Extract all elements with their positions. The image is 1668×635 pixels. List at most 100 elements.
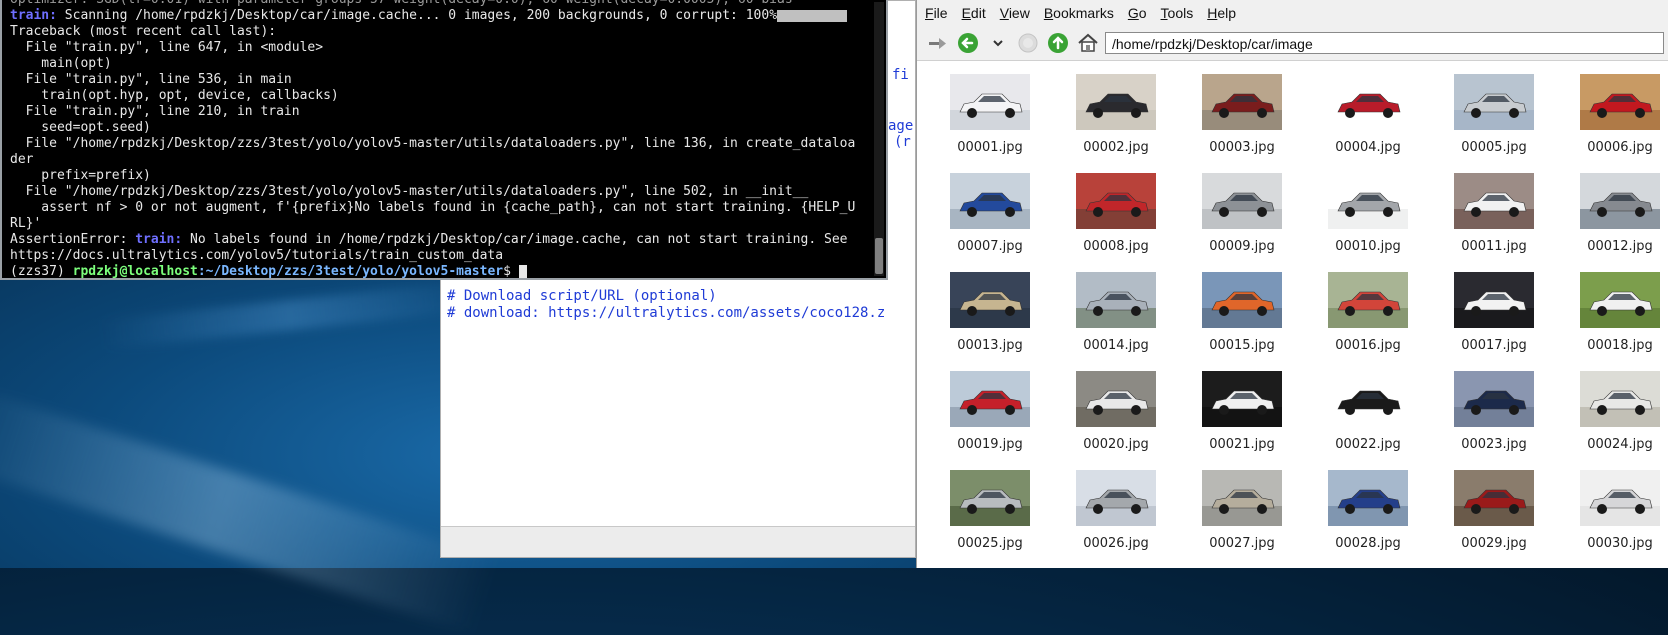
- file-item[interactable]: 00019.jpg: [927, 371, 1053, 470]
- file-name[interactable]: 00008.jpg: [1083, 239, 1149, 254]
- file-item[interactable]: 00012.jpg: [1557, 173, 1668, 272]
- file-thumbnail[interactable]: [1454, 272, 1534, 328]
- file-name[interactable]: 00002.jpg: [1083, 140, 1149, 155]
- terminal-scrollbar-thumb[interactable]: [875, 238, 883, 274]
- file-thumbnail[interactable]: [950, 470, 1030, 526]
- file-thumbnail[interactable]: [1076, 470, 1156, 526]
- file-item[interactable]: 00027.jpg: [1179, 470, 1305, 569]
- editor-comment-line[interactable]: # Download script/URL (optional): [447, 288, 717, 304]
- file-name[interactable]: 00007.jpg: [957, 239, 1023, 254]
- file-name[interactable]: 00018.jpg: [1587, 338, 1653, 353]
- file-name[interactable]: 00015.jpg: [1209, 338, 1275, 353]
- file-item[interactable]: 00026.jpg: [1053, 470, 1179, 569]
- file-item[interactable]: 00007.jpg: [927, 173, 1053, 272]
- file-thumbnail[interactable]: [1454, 470, 1534, 526]
- file-name[interactable]: 00023.jpg: [1461, 437, 1527, 452]
- file-name[interactable]: 00009.jpg: [1209, 239, 1275, 254]
- file-name[interactable]: 00020.jpg: [1083, 437, 1149, 452]
- file-item[interactable]: 00016.jpg: [1305, 272, 1431, 371]
- file-item[interactable]: 00024.jpg: [1557, 371, 1668, 470]
- file-name[interactable]: 00013.jpg: [957, 338, 1023, 353]
- file-item[interactable]: 00004.jpg: [1305, 74, 1431, 173]
- menu-file[interactable]: File: [925, 5, 948, 21]
- file-item[interactable]: 00028.jpg: [1305, 470, 1431, 569]
- menu-tools[interactable]: Tools: [1161, 5, 1194, 21]
- file-thumbnail[interactable]: [1328, 173, 1408, 229]
- file-name[interactable]: 00003.jpg: [1209, 140, 1275, 155]
- menu-view[interactable]: View: [1000, 5, 1030, 21]
- file-thumbnail[interactable]: [950, 173, 1030, 229]
- file-thumbnail[interactable]: [1454, 74, 1534, 130]
- location-bar-input[interactable]: /home/rpdzkj/Desktop/car/image: [1105, 32, 1664, 54]
- file-thumbnail[interactable]: [950, 272, 1030, 328]
- file-name[interactable]: 00012.jpg: [1587, 239, 1653, 254]
- file-thumbnail[interactable]: [1328, 470, 1408, 526]
- file-thumbnail[interactable]: [1580, 272, 1660, 328]
- menu-bookmarks[interactable]: Bookmarks: [1044, 5, 1114, 21]
- file-item[interactable]: 00010.jpg: [1305, 173, 1431, 272]
- file-name[interactable]: 00022.jpg: [1335, 437, 1401, 452]
- file-name[interactable]: 00004.jpg: [1335, 140, 1401, 155]
- file-thumbnail[interactable]: [1076, 173, 1156, 229]
- file-item[interactable]: 00018.jpg: [1557, 272, 1668, 371]
- file-item[interactable]: 00001.jpg: [927, 74, 1053, 173]
- file-item[interactable]: 00002.jpg: [1053, 74, 1179, 173]
- file-name[interactable]: 00017.jpg: [1461, 338, 1527, 353]
- file-name[interactable]: 00016.jpg: [1335, 338, 1401, 353]
- file-thumbnail[interactable]: [950, 371, 1030, 427]
- file-thumbnail[interactable]: [1580, 470, 1660, 526]
- file-thumbnail[interactable]: [1202, 371, 1282, 427]
- file-thumbnail[interactable]: [1076, 74, 1156, 130]
- file-item[interactable]: 00008.jpg: [1053, 173, 1179, 272]
- menu-go[interactable]: Go: [1128, 5, 1147, 21]
- file-item[interactable]: 00030.jpg: [1557, 470, 1668, 569]
- file-thumbnail[interactable]: [1202, 272, 1282, 328]
- menu-help[interactable]: Help: [1207, 5, 1236, 21]
- terminal-window[interactable]: optimizer: SGD(lr=0.01) with parameter g…: [0, 0, 888, 280]
- file-item[interactable]: 00013.jpg: [927, 272, 1053, 371]
- file-thumbnail[interactable]: [1076, 371, 1156, 427]
- file-thumbnail[interactable]: [1202, 74, 1282, 130]
- file-name[interactable]: 00005.jpg: [1461, 140, 1527, 155]
- file-manager-window[interactable]: File Edit View Bookmarks Go Tools Help /home/r…: [916, 0, 1668, 568]
- file-thumbnail[interactable]: [1328, 371, 1408, 427]
- file-item[interactable]: 00003.jpg: [1179, 74, 1305, 173]
- file-thumbnail[interactable]: [1328, 74, 1408, 130]
- file-name[interactable]: 00025.jpg: [957, 536, 1023, 551]
- file-item[interactable]: 00022.jpg: [1305, 371, 1431, 470]
- file-name[interactable]: 00019.jpg: [957, 437, 1023, 452]
- file-item[interactable]: 00020.jpg: [1053, 371, 1179, 470]
- up-icon[interactable]: [1045, 30, 1071, 56]
- file-item[interactable]: 00029.jpg: [1431, 470, 1557, 569]
- file-name[interactable]: 00024.jpg: [1587, 437, 1653, 452]
- file-thumbnail[interactable]: [1202, 470, 1282, 526]
- file-thumbnail[interactable]: [1580, 371, 1660, 427]
- file-thumbnail[interactable]: [950, 74, 1030, 130]
- file-thumbnail[interactable]: [1202, 173, 1282, 229]
- terminal-prompt[interactable]: (zzs37) rpdzkj@localhost:~/Desktop/zzs/3…: [10, 264, 872, 278]
- file-item[interactable]: 00017.jpg: [1431, 272, 1557, 371]
- file-item[interactable]: 00005.jpg: [1431, 74, 1557, 173]
- editor-comment-line[interactable]: # download: https://ultralytics.com/asse…: [447, 305, 885, 321]
- file-item[interactable]: 00006.jpg: [1557, 74, 1668, 173]
- file-thumbnail[interactable]: [1328, 272, 1408, 328]
- file-item[interactable]: 00023.jpg: [1431, 371, 1557, 470]
- file-item[interactable]: 00009.jpg: [1179, 173, 1305, 272]
- file-name[interactable]: 00001.jpg: [957, 140, 1023, 155]
- file-name[interactable]: 00027.jpg: [1209, 536, 1275, 551]
- toggle-sidebar-icon[interactable]: [925, 30, 951, 56]
- file-thumbnail[interactable]: [1454, 173, 1534, 229]
- file-thumbnail[interactable]: [1580, 74, 1660, 130]
- file-thumbnail[interactable]: [1076, 272, 1156, 328]
- file-item[interactable]: 00025.jpg: [927, 470, 1053, 569]
- terminal-scrollbar[interactable]: [874, 2, 884, 276]
- file-thumbnail[interactable]: [1580, 173, 1660, 229]
- file-name[interactable]: 00026.jpg: [1083, 536, 1149, 551]
- file-name[interactable]: 00010.jpg: [1335, 239, 1401, 254]
- file-name[interactable]: 00029.jpg: [1461, 536, 1527, 551]
- menu-edit[interactable]: Edit: [962, 5, 986, 21]
- file-name[interactable]: 00021.jpg: [1209, 437, 1275, 452]
- file-item[interactable]: 00014.jpg: [1053, 272, 1179, 371]
- file-name[interactable]: 00006.jpg: [1587, 140, 1653, 155]
- stop-icon[interactable]: [1015, 30, 1041, 56]
